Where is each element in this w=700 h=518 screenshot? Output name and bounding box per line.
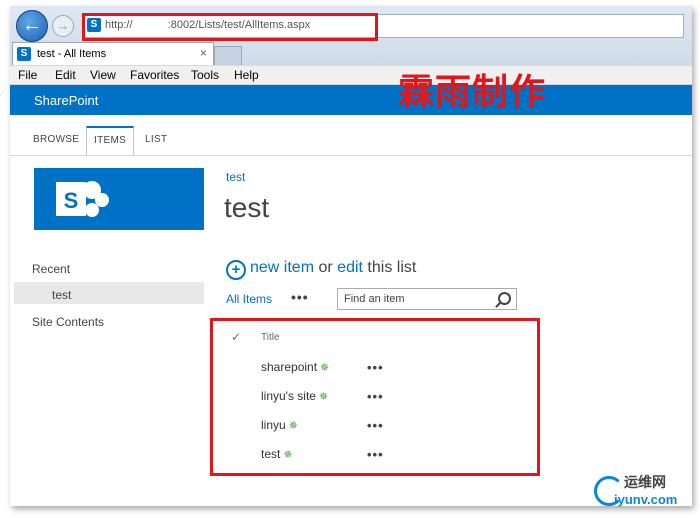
- page-title: test: [224, 192, 270, 223]
- svg-text:S: S: [64, 188, 79, 213]
- brand-logo: 运维网 iyunv.com: [592, 470, 692, 512]
- site-logo[interactable]: S: [34, 168, 204, 230]
- sharepoint-logo-icon: S: [56, 181, 109, 217]
- browser-tab[interactable]: S test - All Items ×: [12, 42, 214, 65]
- quick-launch-test[interactable]: test: [52, 288, 71, 302]
- tab-close-icon[interactable]: ×: [200, 46, 207, 60]
- menu-favorites[interactable]: Favorites: [130, 68, 179, 82]
- forward-button[interactable]: →: [52, 15, 74, 37]
- screenshot-frame: ← → S http:// :8002/Lists/test/AllItems.…: [10, 6, 692, 506]
- or-text: or: [318, 259, 333, 276]
- list-highlight-box: [210, 318, 540, 476]
- tab-items[interactable]: ITEMS: [86, 126, 135, 155]
- menu-help[interactable]: Help: [234, 68, 259, 82]
- menu-bar: File Edit View Favorites Tools Help: [10, 66, 692, 85]
- quick-launch-selected-row: [14, 282, 204, 304]
- search-placeholder: Find an item: [344, 293, 405, 305]
- quick-launch-site-contents[interactable]: Site Contents: [32, 315, 104, 329]
- menu-view[interactable]: View: [90, 68, 116, 82]
- search-icon[interactable]: [498, 292, 511, 305]
- quick-launch-recent[interactable]: Recent: [32, 262, 70, 276]
- brand-name: 运维网: [624, 475, 666, 491]
- menu-tools[interactable]: Tools: [191, 68, 219, 82]
- this-list-text: this list: [367, 259, 417, 276]
- brand-domain: iyunv.com: [614, 492, 678, 507]
- menu-file[interactable]: File: [18, 68, 37, 82]
- search-input[interactable]: Find an item: [337, 288, 517, 310]
- tab-title: test - All Items: [37, 48, 107, 60]
- view-all-items[interactable]: All Items: [226, 292, 272, 306]
- watermark-text: 霖雨制作: [398, 72, 547, 113]
- view-more-icon[interactable]: •••: [291, 289, 309, 305]
- add-icon[interactable]: +: [226, 260, 246, 280]
- ribbon: BROWSE ITEMS LIST: [10, 115, 692, 156]
- new-item-link[interactable]: new item: [250, 259, 314, 276]
- suite-bar-title[interactable]: SharePoint: [34, 93, 98, 108]
- breadcrumb[interactable]: test: [226, 170, 245, 184]
- suite-bar: SharePoint: [10, 85, 692, 115]
- edit-link[interactable]: edit: [337, 259, 363, 276]
- tab-list[interactable]: LIST: [138, 127, 174, 153]
- forward-arrow-icon: →: [56, 18, 70, 33]
- back-arrow-icon: ←: [22, 14, 42, 36]
- tab-favicon-icon: S: [17, 47, 31, 61]
- address-highlight-box: [82, 13, 378, 41]
- tab-browse[interactable]: BROWSE: [26, 127, 86, 153]
- new-tab-button[interactable]: [214, 46, 242, 65]
- menu-edit[interactable]: Edit: [55, 68, 76, 82]
- back-button[interactable]: ←: [16, 10, 48, 42]
- new-item-row: + new item or edit this list: [226, 259, 416, 280]
